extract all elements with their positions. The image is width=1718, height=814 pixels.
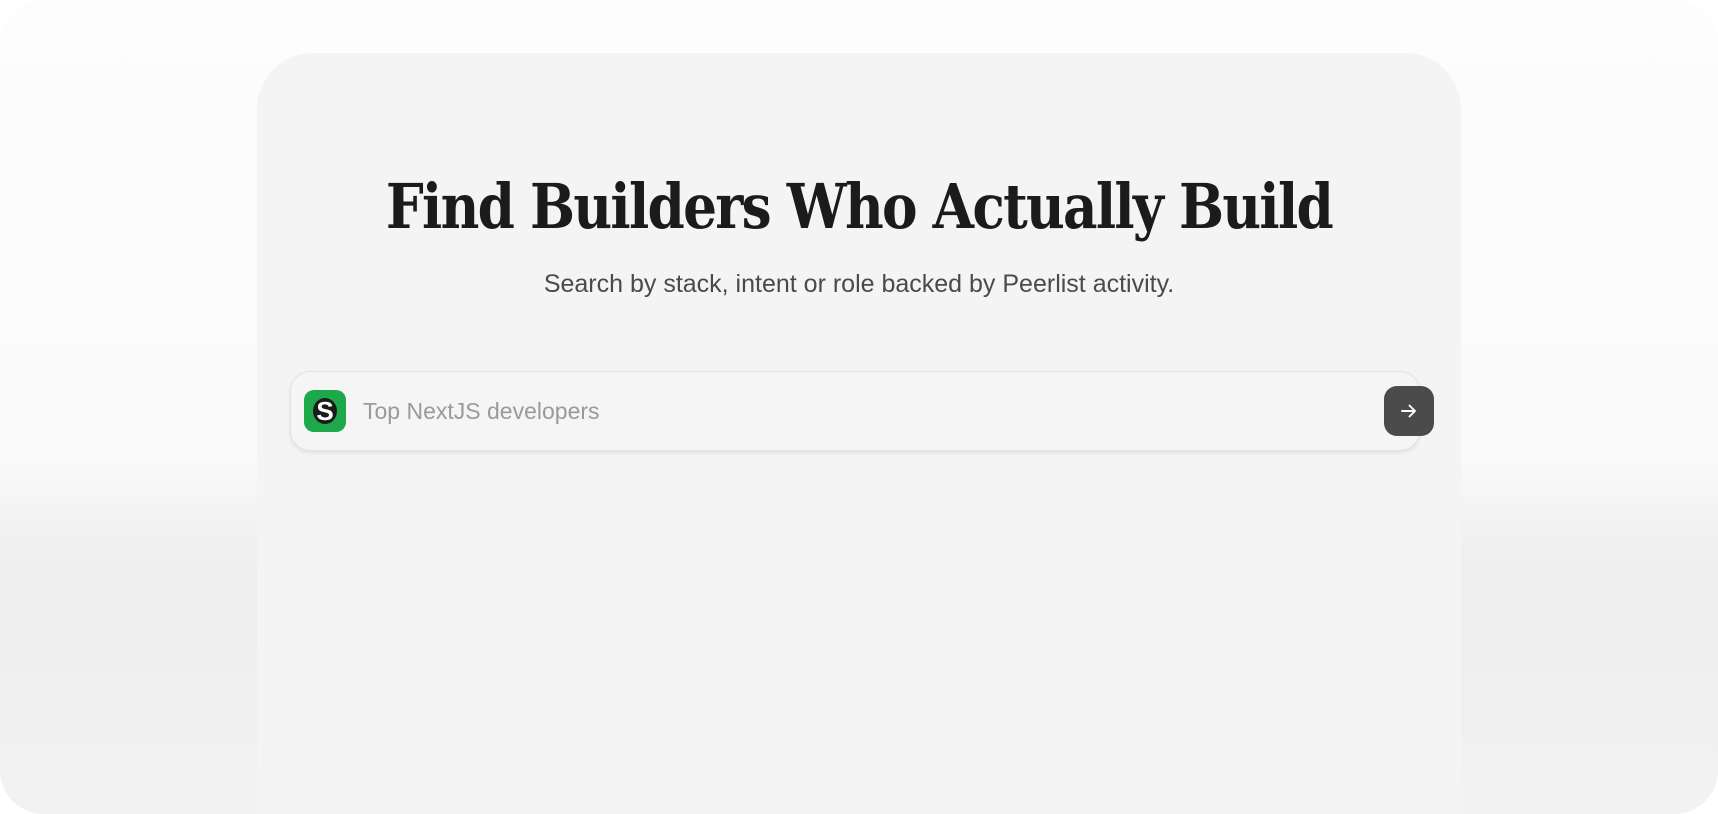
page-subtitle: Search by stack, intent or role backed b…	[543, 270, 1175, 298]
page-frame: Find Builders Who Actually Build Search …	[0, 0, 1718, 814]
peerlist-logo-icon: S	[304, 390, 346, 432]
hero-card: Find Builders Who Actually Build Search …	[257, 53, 1461, 814]
page-title: Find Builders Who Actually Build	[385, 170, 1334, 243]
search-bar: S	[290, 371, 1434, 451]
search-input[interactable]	[363, 390, 1323, 432]
card-bottom-fade	[257, 734, 1461, 814]
logo-letter-s: S	[313, 395, 337, 427]
svg-text:S: S	[316, 396, 333, 426]
search-submit-button[interactable]	[1384, 386, 1434, 436]
arrow-right-icon	[1401, 404, 1416, 418]
